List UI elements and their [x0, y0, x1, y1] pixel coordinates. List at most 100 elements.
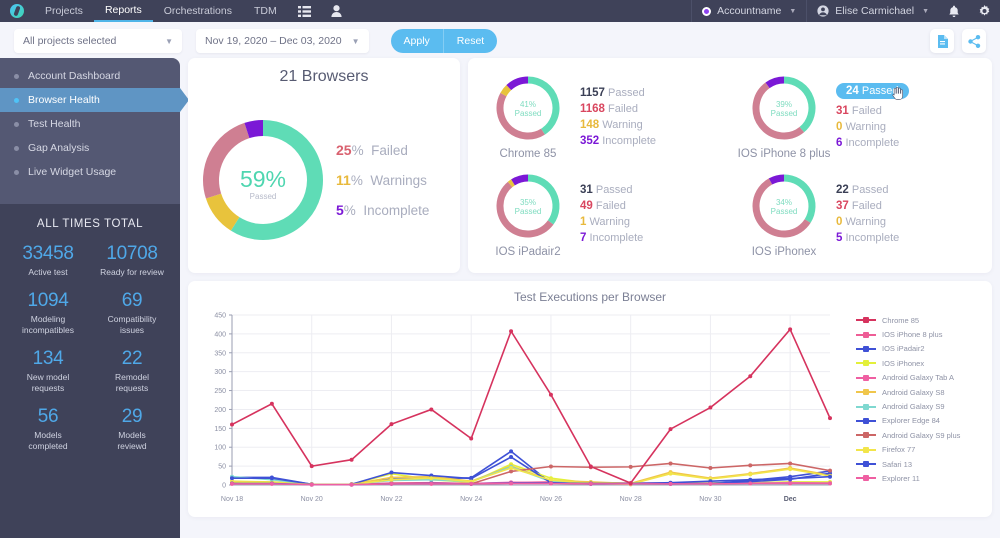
browser-stat-row[interactable]: 0 Warning [836, 121, 980, 133]
nav-item-projects[interactable]: Projects [34, 0, 94, 22]
chart-legend-item[interactable]: Android Galaxy S9 plus [856, 428, 992, 442]
user-menu[interactable]: Elise Carmichael ▼ [806, 0, 939, 22]
chart-legend-item[interactable]: Chrome 85 [856, 313, 992, 327]
total-stat-value: 10708 [106, 243, 158, 264]
legend-marker-icon [863, 403, 869, 410]
total-stat-value: 56 [37, 406, 59, 427]
document-export-icon[interactable] [930, 29, 954, 53]
legend-swatch-icon [856, 475, 876, 482]
nav-item-orchestrations[interactable]: Orchestrations [153, 0, 243, 22]
browser-stat-row[interactable]: 37 Failed [836, 200, 980, 212]
browser-stat-label: Incomplete [842, 136, 900, 149]
legend-warnings-value: 11 [336, 171, 351, 188]
browser-stat-label: Warning [599, 118, 643, 131]
browser-stat-row[interactable]: 31 Passed [580, 184, 724, 196]
browser-stat-row[interactable]: 31 Failed [836, 105, 980, 117]
chart-legend-item[interactable]: IOS iPhone 8 plus [856, 327, 992, 341]
browser-stat-value: 49 [580, 200, 593, 213]
nav-label-tdm: TDM [253, 5, 277, 17]
chart-title: Test Executions per Browser [513, 290, 667, 304]
browser-stat-row[interactable]: 0 Warning [836, 216, 980, 228]
browser-tiles: 41% Passed Chrome 85 1157 Passed 1168 Failed… [474, 68, 986, 263]
chart-text: 41% [520, 100, 536, 109]
browser-stat-label: Warning [586, 216, 631, 229]
chart-text: Passed [771, 109, 798, 118]
account-selector[interactable]: Accountname ▼ [691, 0, 806, 22]
browser-stat-row[interactable]: 1168 Failed [580, 103, 724, 115]
reset-button[interactable]: Reset [442, 29, 497, 53]
chart-data-point [429, 481, 434, 486]
chart-legend-item[interactable]: Android Galaxy Tab A [856, 371, 992, 385]
sidebar-item-browser-health[interactable]: Browser Health [0, 88, 189, 112]
chart-data-point [588, 464, 593, 469]
browser-stat-row[interactable]: 22 Passed [836, 184, 980, 196]
date-range-select[interactable]: Nov 19, 2020 – Dec 03, 2020 ▼ [196, 29, 369, 53]
browser-stat-row[interactable]: 49 Failed [580, 200, 724, 212]
chart-legend-item[interactable]: IOS iPhonex [856, 356, 992, 370]
chart-legend-item[interactable]: IOS iPadair2 [856, 342, 992, 356]
browser-stat-row[interactable]: 1157 Passed [580, 87, 724, 99]
list-icon[interactable] [288, 0, 321, 22]
browser-tile-chart: 41% Passed Chrome 85 [480, 72, 576, 161]
chart-text: Passed [771, 207, 798, 216]
browser-stat-row[interactable]: 24 Passed [836, 82, 909, 100]
browser-stat-row[interactable]: 6 Incomplete [836, 137, 980, 149]
share-icon[interactable] [962, 29, 986, 53]
browser-stat-row[interactable]: 1 Warning [580, 216, 724, 228]
gear-icon[interactable] [969, 0, 1000, 22]
chart-text: Passed [515, 207, 542, 216]
browser-donut-chart: 34%Passed [752, 174, 816, 238]
legend-failed-pct: % [351, 142, 364, 158]
apply-button[interactable]: Apply [391, 29, 443, 53]
bullet-icon [14, 121, 19, 127]
chart-legend-item[interactable]: Firefox 77 [856, 443, 992, 457]
legend-incomplete-value: 5 [336, 201, 344, 218]
legend-marker-icon [863, 374, 869, 381]
chart-legend-item[interactable]: Android Galaxy S8 [856, 385, 992, 399]
browser-tile-chart: 39% Passed IOS iPhone 8 plus [736, 72, 832, 161]
project-select[interactable]: All projects selected ▼ [14, 29, 182, 53]
sidebar-label-gap-analysis: Gap Analysis [28, 142, 90, 154]
browser-stat-list: 1157 Passed 1168 Failed 148 Warning 352 Inc… [576, 83, 724, 151]
chart-text: 350 [214, 350, 226, 357]
nav-item-reports[interactable]: Reports [93, 0, 153, 22]
browser-tile-chart: 35% Passed IOS iPadair2 [480, 170, 576, 259]
chart-legend-item[interactable]: Explorer 11 [856, 471, 992, 485]
sidebar-item-gap-analysis[interactable]: Gap Analysis [0, 136, 180, 160]
legend-failed-label: Failed [371, 142, 408, 158]
legend-incomplete-pct: % [343, 202, 356, 218]
account-name-label: Accountname [717, 5, 782, 17]
browser-stat-row[interactable]: 7 Incomplete [580, 232, 724, 244]
sidebar-item-live-widget-usage[interactable]: Live Widget Usage [0, 160, 180, 184]
browser-stat-row[interactable]: 5 Incomplete [836, 232, 980, 244]
chart-data-point [349, 482, 354, 487]
legend-swatch-icon [856, 389, 876, 396]
chart-legend-item[interactable]: Android Galaxy S9 [856, 399, 992, 413]
browser-stat-row[interactable]: 352 Incomplete [580, 135, 724, 147]
browser-stat-row[interactable]: 148 Warning [580, 119, 724, 131]
chart-text: 0 [222, 483, 226, 490]
person-icon[interactable] [321, 0, 352, 22]
chart-text: 35% [520, 198, 536, 207]
sidebar-item-test-health[interactable]: Test Health [0, 112, 180, 136]
sidebar-item-account-dashboard[interactable]: Account Dashboard [0, 64, 180, 88]
main-content: 21 Browsers 59% Passed 25% Failed 11% War… [188, 58, 992, 532]
chart-data-point [748, 477, 753, 482]
donut-slice [244, 119, 264, 138]
chart-data-point [389, 481, 394, 486]
nav-item-tdm[interactable]: TDM [243, 0, 288, 22]
chart-data-point [469, 436, 474, 441]
chart-data-point [748, 374, 753, 379]
chart-data-point [828, 474, 832, 479]
bullet-icon-active [14, 97, 19, 103]
donut-slice [768, 174, 785, 185]
bullet-icon [14, 73, 19, 79]
browser-stat-label: Incomplete [599, 134, 657, 147]
chart-legend-item[interactable]: Safari 13 [856, 457, 992, 471]
logo-icon [10, 4, 24, 18]
sidebar-label-test-health: Test Health [28, 118, 81, 130]
chart-legend-item[interactable]: Explorer Edge 84 [856, 414, 992, 428]
app-logo[interactable] [0, 0, 34, 22]
bell-icon[interactable] [939, 0, 969, 22]
legend-swatch-icon [856, 374, 876, 381]
